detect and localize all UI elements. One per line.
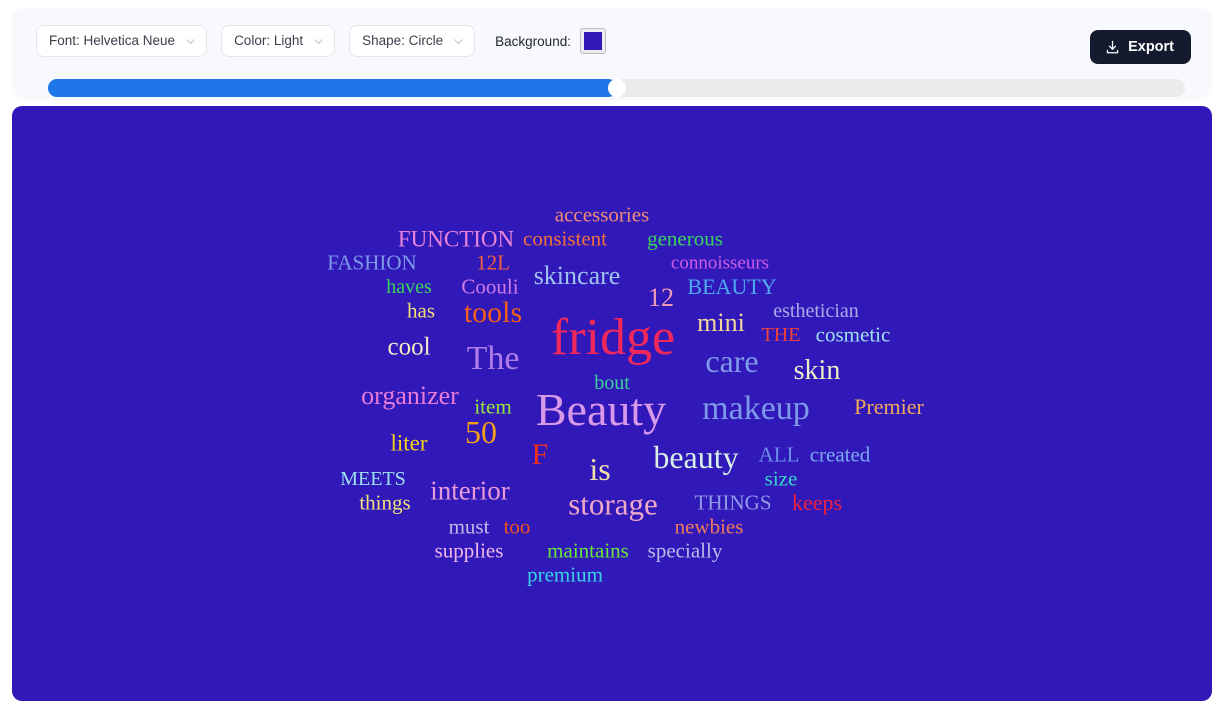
cloud-word[interactable]: supplies bbox=[435, 540, 504, 562]
chevron-down-icon bbox=[313, 36, 324, 47]
cloud-word[interactable]: 12 bbox=[648, 285, 674, 311]
cloud-word[interactable]: premium bbox=[527, 564, 603, 586]
cloud-word[interactable]: must bbox=[449, 516, 490, 538]
cloud-word[interactable]: has bbox=[407, 300, 435, 322]
cloud-word[interactable]: MEETS bbox=[340, 469, 406, 489]
cloud-word[interactable]: skincare bbox=[534, 263, 621, 289]
cloud-word[interactable]: care bbox=[705, 345, 758, 377]
word-cloud-canvas[interactable]: accessories FUNCTION consistent generous FAS… bbox=[12, 106, 1212, 701]
cloud-word[interactable]: Premier bbox=[854, 396, 924, 418]
cloud-word[interactable]: FASHION bbox=[327, 252, 416, 274]
font-select[interactable]: Font: Helvetica Neue bbox=[36, 25, 208, 57]
controls-panel: Font: Helvetica Neue Color: Light Shape:… bbox=[12, 8, 1212, 100]
cloud-word[interactable]: interior bbox=[430, 477, 509, 505]
cloud-word[interactable]: things bbox=[359, 492, 410, 514]
cloud-word[interactable]: specially bbox=[648, 540, 723, 562]
font-select-label: Font: Helvetica Neue bbox=[49, 33, 176, 49]
cloud-word[interactable]: haves bbox=[386, 277, 432, 297]
cloud-word[interactable]: cool bbox=[387, 335, 430, 360]
cloud-word[interactable]: tools bbox=[464, 298, 522, 328]
cloud-word[interactable]: newbies bbox=[675, 516, 744, 538]
word-cloud-app: Font: Helvetica Neue Color: Light Shape:… bbox=[0, 0, 1224, 715]
cloud-word[interactable]: F bbox=[532, 440, 549, 470]
cloud-word[interactable]: fridge bbox=[551, 312, 675, 364]
slider-fill bbox=[48, 79, 617, 97]
cloud-word[interactable]: beauty bbox=[653, 441, 738, 473]
controls-row: Font: Helvetica Neue Color: Light Shape:… bbox=[36, 24, 1188, 58]
word-count-slider[interactable] bbox=[48, 79, 1185, 97]
cloud-word[interactable]: THINGS bbox=[695, 492, 772, 514]
cloud-word[interactable]: maintains bbox=[547, 540, 629, 562]
color-select[interactable]: Color: Light bbox=[221, 25, 336, 57]
cloud-word[interactable]: size bbox=[765, 468, 798, 490]
cloud-word[interactable]: created bbox=[810, 444, 871, 466]
cloud-word[interactable]: consistent bbox=[523, 228, 607, 250]
cloud-word[interactable]: Coouli bbox=[461, 276, 518, 298]
cloud-word[interactable]: ALL bbox=[759, 444, 800, 466]
export-button[interactable]: Export bbox=[1090, 30, 1191, 64]
chevron-down-icon bbox=[185, 36, 196, 47]
cloud-word[interactable]: accessories bbox=[555, 204, 649, 226]
cloud-word[interactable]: 50 bbox=[465, 416, 497, 448]
cloud-word[interactable]: is bbox=[589, 453, 610, 485]
cloud-word[interactable]: organizer bbox=[361, 383, 459, 409]
background-color-swatch[interactable] bbox=[579, 28, 606, 54]
slider-thumb[interactable] bbox=[607, 79, 626, 97]
cloud-word[interactable]: generous bbox=[647, 228, 723, 250]
cloud-word[interactable]: too bbox=[504, 516, 531, 538]
cloud-word[interactable]: BEAUTY bbox=[687, 276, 776, 298]
cloud-word[interactable]: storage bbox=[568, 489, 658, 520]
export-button-label: Export bbox=[1128, 39, 1174, 55]
download-icon bbox=[1105, 40, 1120, 55]
cloud-word[interactable]: skin bbox=[794, 357, 841, 385]
cloud-word[interactable]: mini bbox=[697, 310, 745, 336]
cloud-word[interactable]: makeup bbox=[702, 392, 810, 426]
color-select-label: Color: Light bbox=[234, 33, 304, 49]
cloud-word[interactable]: liter bbox=[390, 432, 427, 455]
cloud-word[interactable]: keeps bbox=[792, 492, 842, 514]
background-color-group: Background: bbox=[495, 28, 606, 54]
cloud-word[interactable]: cosmetic bbox=[816, 324, 891, 346]
shape-select[interactable]: Shape: Circle bbox=[349, 25, 476, 57]
chevron-down-icon bbox=[453, 36, 464, 47]
cloud-word[interactable]: connoisseurs bbox=[671, 254, 769, 273]
background-label: Background: bbox=[495, 33, 571, 49]
cloud-word[interactable]: FUNCTION bbox=[398, 228, 514, 251]
cloud-word[interactable]: esthetician bbox=[773, 301, 859, 321]
background-color-value bbox=[583, 32, 602, 50]
cloud-word[interactable]: The bbox=[467, 342, 520, 376]
shape-select-label: Shape: Circle bbox=[362, 33, 444, 49]
cloud-word[interactable]: THE bbox=[762, 325, 801, 345]
cloud-word[interactable]: Beauty bbox=[536, 387, 666, 433]
cloud-word[interactable]: 12L bbox=[476, 252, 510, 274]
